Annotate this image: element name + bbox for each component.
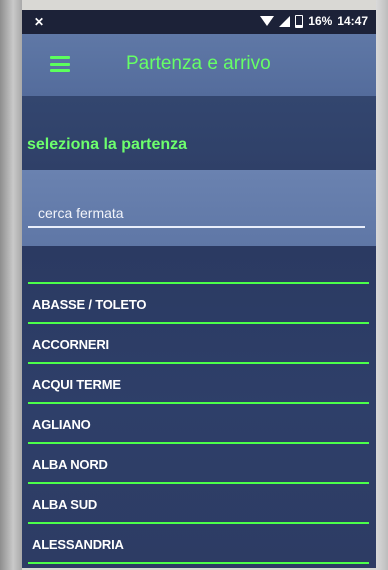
stop-label: ABASSE / TOLETO [32,297,147,312]
list-item[interactable]: ACQUI TERME [28,364,369,404]
stop-label: AGLIANO [32,417,91,432]
app-bar: Partenza e arrivo [22,34,376,96]
list-item[interactable]: ABASSE / TOLETO [28,284,369,324]
stop-label: ALBA SUD [32,497,98,512]
stop-label: ALESSANDRIA [32,537,124,552]
list-item[interactable]: ALBA NORD [28,444,369,484]
status-bar: ✕ 16% 14:47 [22,10,376,34]
stop-label: ACCORNERI [32,337,109,352]
hamburger-menu-icon[interactable] [50,56,70,72]
x-icon: ✕ [34,15,45,29]
status-icons: 16% 14:47 [260,14,368,28]
stop-label: ACQUI TERME [32,377,121,392]
section-header: seleziona la partenza [22,96,376,170]
signal-icon [279,15,291,27]
wifi-icon [260,16,275,26]
device-bezel-left [0,0,22,570]
device-bezel-right [376,0,388,570]
list-item[interactable]: ALBA SUD [28,484,369,524]
section-label: seleziona la partenza [27,136,188,153]
search-input[interactable] [28,202,365,228]
battery-percent: 16% [308,14,333,28]
stop-label: ALBA NORD [32,457,108,472]
app-title: Partenza e arrivo [126,53,271,74]
list-item[interactable]: ALESSANDRIA [28,524,369,564]
stop-list: ABASSE / TOLETO ACCORNERI ACQUI TERME AG… [22,246,376,568]
list-item[interactable]: ACCORNERI [28,324,369,364]
search-panel [22,170,376,246]
clock: 14:47 [337,14,368,28]
battery-icon [295,14,304,28]
list-item[interactable]: AGLIANO [28,404,369,444]
phone-screen: ✕ 16% 14:47 Partenza e arrivo seleziona … [22,10,376,568]
